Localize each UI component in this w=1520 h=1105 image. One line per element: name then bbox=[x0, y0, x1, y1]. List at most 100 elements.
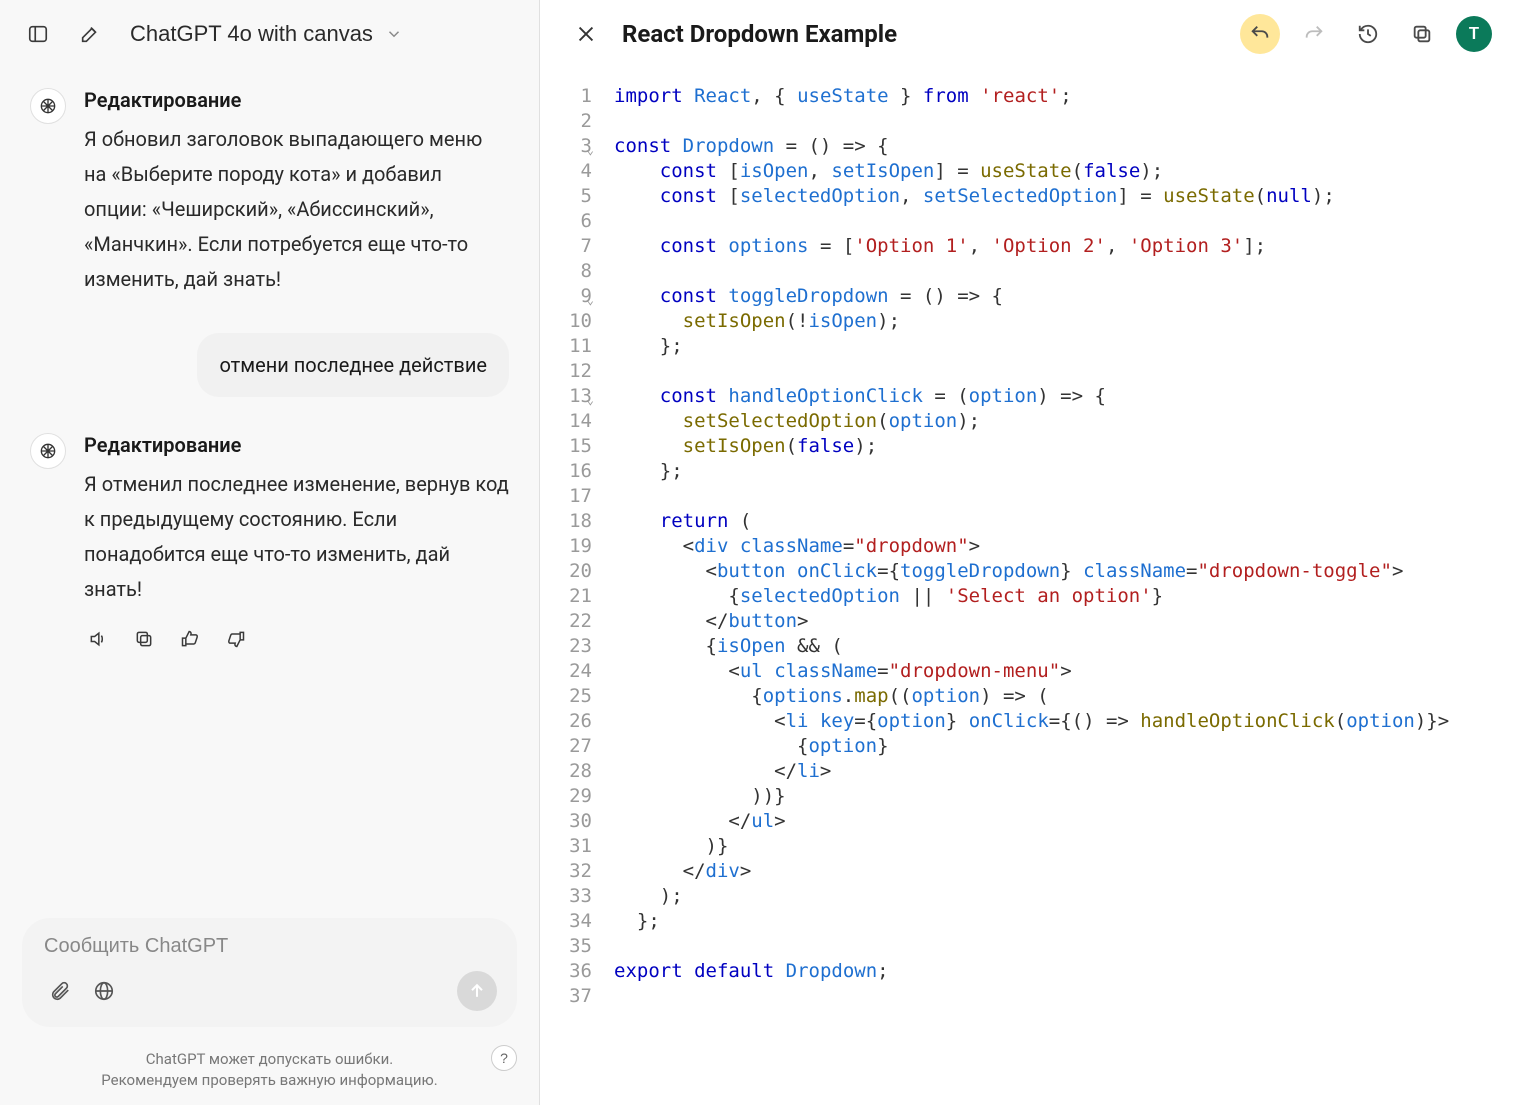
code-line[interactable]: {options.map((option) => ( bbox=[614, 684, 1449, 709]
composer-input[interactable] bbox=[42, 934, 497, 959]
code-line[interactable]: {option} bbox=[614, 734, 1449, 759]
code-line[interactable]: setIsOpen(!isOpen); bbox=[614, 309, 1449, 334]
redo-icon bbox=[1303, 23, 1325, 45]
code-line[interactable]: {selectedOption || 'Select an option'} bbox=[614, 584, 1449, 609]
code-line[interactable]: <button onClick={toggleDropdown} classNa… bbox=[614, 559, 1449, 584]
read-aloud-button[interactable] bbox=[84, 625, 112, 653]
globe-icon bbox=[93, 980, 115, 1002]
line-number: 36 bbox=[540, 959, 592, 984]
disclaimer-line-1: ChatGPT может допускать ошибки. bbox=[40, 1049, 499, 1070]
line-number: 9⌄ bbox=[540, 284, 592, 309]
code-line[interactable]: const handleOptionClick = (option) => { bbox=[614, 384, 1449, 409]
assistant-message-title: Редактирование bbox=[84, 88, 509, 112]
line-number: 14 bbox=[540, 409, 592, 434]
model-picker[interactable]: ChatGPT 4o with canvas bbox=[124, 20, 409, 48]
code-line[interactable] bbox=[614, 259, 1449, 284]
line-number: 27 bbox=[540, 734, 592, 759]
code-line[interactable] bbox=[614, 209, 1449, 234]
code-line[interactable]: <li key={option} onClick={() => handleOp… bbox=[614, 709, 1449, 734]
canvas-panel: React Dropdown Example T 123⌄456789⌄1011… bbox=[540, 0, 1520, 1105]
thumbs-down-icon bbox=[226, 629, 246, 649]
code-content[interactable]: import React, { useState } from 'react';… bbox=[602, 68, 1449, 1105]
line-number: 2 bbox=[540, 109, 592, 134]
line-number: 13⌄ bbox=[540, 384, 592, 409]
help-button[interactable]: ? bbox=[491, 1045, 517, 1071]
line-number: 35 bbox=[540, 934, 592, 959]
code-line[interactable]: </ul> bbox=[614, 809, 1449, 834]
code-line[interactable]: {isOpen && ( bbox=[614, 634, 1449, 659]
line-number: 32 bbox=[540, 859, 592, 884]
code-line[interactable]: setSelectedOption(option); bbox=[614, 409, 1449, 434]
send-button[interactable] bbox=[457, 971, 497, 1011]
chat-panel: ChatGPT 4o with canvas Редактирование Я … bbox=[0, 0, 540, 1105]
code-line[interactable]: const [selectedOption, setSelectedOption… bbox=[614, 184, 1449, 209]
code-line[interactable]: <div className="dropdown"> bbox=[614, 534, 1449, 559]
speaker-icon bbox=[88, 629, 108, 649]
code-line[interactable]: )} bbox=[614, 834, 1449, 859]
sidebar-toggle-button[interactable] bbox=[20, 16, 56, 52]
line-number: 33 bbox=[540, 884, 592, 909]
code-line[interactable]: import React, { useState } from 'react'; bbox=[614, 84, 1449, 109]
line-number: 18 bbox=[540, 509, 592, 534]
code-line[interactable] bbox=[614, 109, 1449, 134]
line-number: 20 bbox=[540, 559, 592, 584]
line-number: 11 bbox=[540, 334, 592, 359]
user-message-body: отмени последнее действие bbox=[197, 333, 509, 397]
assistant-message: Редактирование Я отменил последнее измен… bbox=[30, 433, 509, 653]
code-line[interactable]: const toggleDropdown = () => { bbox=[614, 284, 1449, 309]
copy-canvas-button[interactable] bbox=[1402, 14, 1442, 54]
code-line[interactable]: export default Dropdown; bbox=[614, 959, 1449, 984]
line-number: 31 bbox=[540, 834, 592, 859]
code-line[interactable]: </li> bbox=[614, 759, 1449, 784]
edit-icon bbox=[79, 23, 101, 45]
code-line[interactable]: </button> bbox=[614, 609, 1449, 634]
copy-icon bbox=[134, 629, 154, 649]
line-number: 37 bbox=[540, 984, 592, 1009]
code-line[interactable]: }; bbox=[614, 909, 1449, 934]
thumbs-up-button[interactable] bbox=[176, 625, 204, 653]
line-number: 5 bbox=[540, 184, 592, 209]
close-canvas-button[interactable] bbox=[568, 16, 604, 52]
undo-icon bbox=[1249, 23, 1271, 45]
code-line[interactable] bbox=[614, 934, 1449, 959]
code-line[interactable]: setIsOpen(false); bbox=[614, 434, 1449, 459]
attach-button[interactable] bbox=[42, 973, 78, 1009]
line-number: 26 bbox=[540, 709, 592, 734]
code-line[interactable]: ))} bbox=[614, 784, 1449, 809]
code-line[interactable]: <ul className="dropdown-menu"> bbox=[614, 659, 1449, 684]
thumbs-down-button[interactable] bbox=[222, 625, 250, 653]
line-number: 19 bbox=[540, 534, 592, 559]
code-line[interactable]: }; bbox=[614, 334, 1449, 359]
redo-button[interactable] bbox=[1294, 14, 1334, 54]
assistant-message: Редактирование Я обновил заголовок выпад… bbox=[30, 88, 509, 297]
chevron-down-icon bbox=[381, 25, 403, 43]
code-line[interactable]: }; bbox=[614, 459, 1449, 484]
line-number: 28 bbox=[540, 759, 592, 784]
assistant-message-body: Я обновил заголовок выпадающего меню на … bbox=[84, 122, 509, 297]
code-line[interactable]: ); bbox=[614, 884, 1449, 909]
chat-scroll[interactable]: Редактирование Я обновил заголовок выпад… bbox=[0, 68, 539, 906]
thumbs-up-icon bbox=[180, 629, 200, 649]
undo-button[interactable] bbox=[1240, 14, 1280, 54]
code-editor[interactable]: 123⌄456789⌄10111213⌄14151617181920212223… bbox=[540, 68, 1520, 1105]
assistant-avatar bbox=[30, 88, 66, 124]
code-line[interactable]: return ( bbox=[614, 509, 1449, 534]
user-avatar[interactable]: T bbox=[1456, 16, 1492, 52]
copy-message-button[interactable] bbox=[130, 625, 158, 653]
assistant-logo-icon bbox=[38, 441, 58, 461]
new-chat-button[interactable] bbox=[72, 16, 108, 52]
code-line[interactable]: const [isOpen, setIsOpen] = useState(fal… bbox=[614, 159, 1449, 184]
question-icon: ? bbox=[500, 1050, 508, 1066]
code-line[interactable]: </div> bbox=[614, 859, 1449, 884]
close-icon bbox=[575, 23, 597, 45]
code-line[interactable] bbox=[614, 484, 1449, 509]
web-button[interactable] bbox=[86, 973, 122, 1009]
code-line[interactable]: const options = ['Option 1', 'Option 2',… bbox=[614, 234, 1449, 259]
composer bbox=[22, 918, 517, 1027]
code-line[interactable]: const Dropdown = () => { bbox=[614, 134, 1449, 159]
panel-icon bbox=[27, 23, 49, 45]
line-number: 23 bbox=[540, 634, 592, 659]
history-button[interactable] bbox=[1348, 14, 1388, 54]
code-line[interactable] bbox=[614, 359, 1449, 384]
code-line[interactable] bbox=[614, 984, 1449, 1009]
